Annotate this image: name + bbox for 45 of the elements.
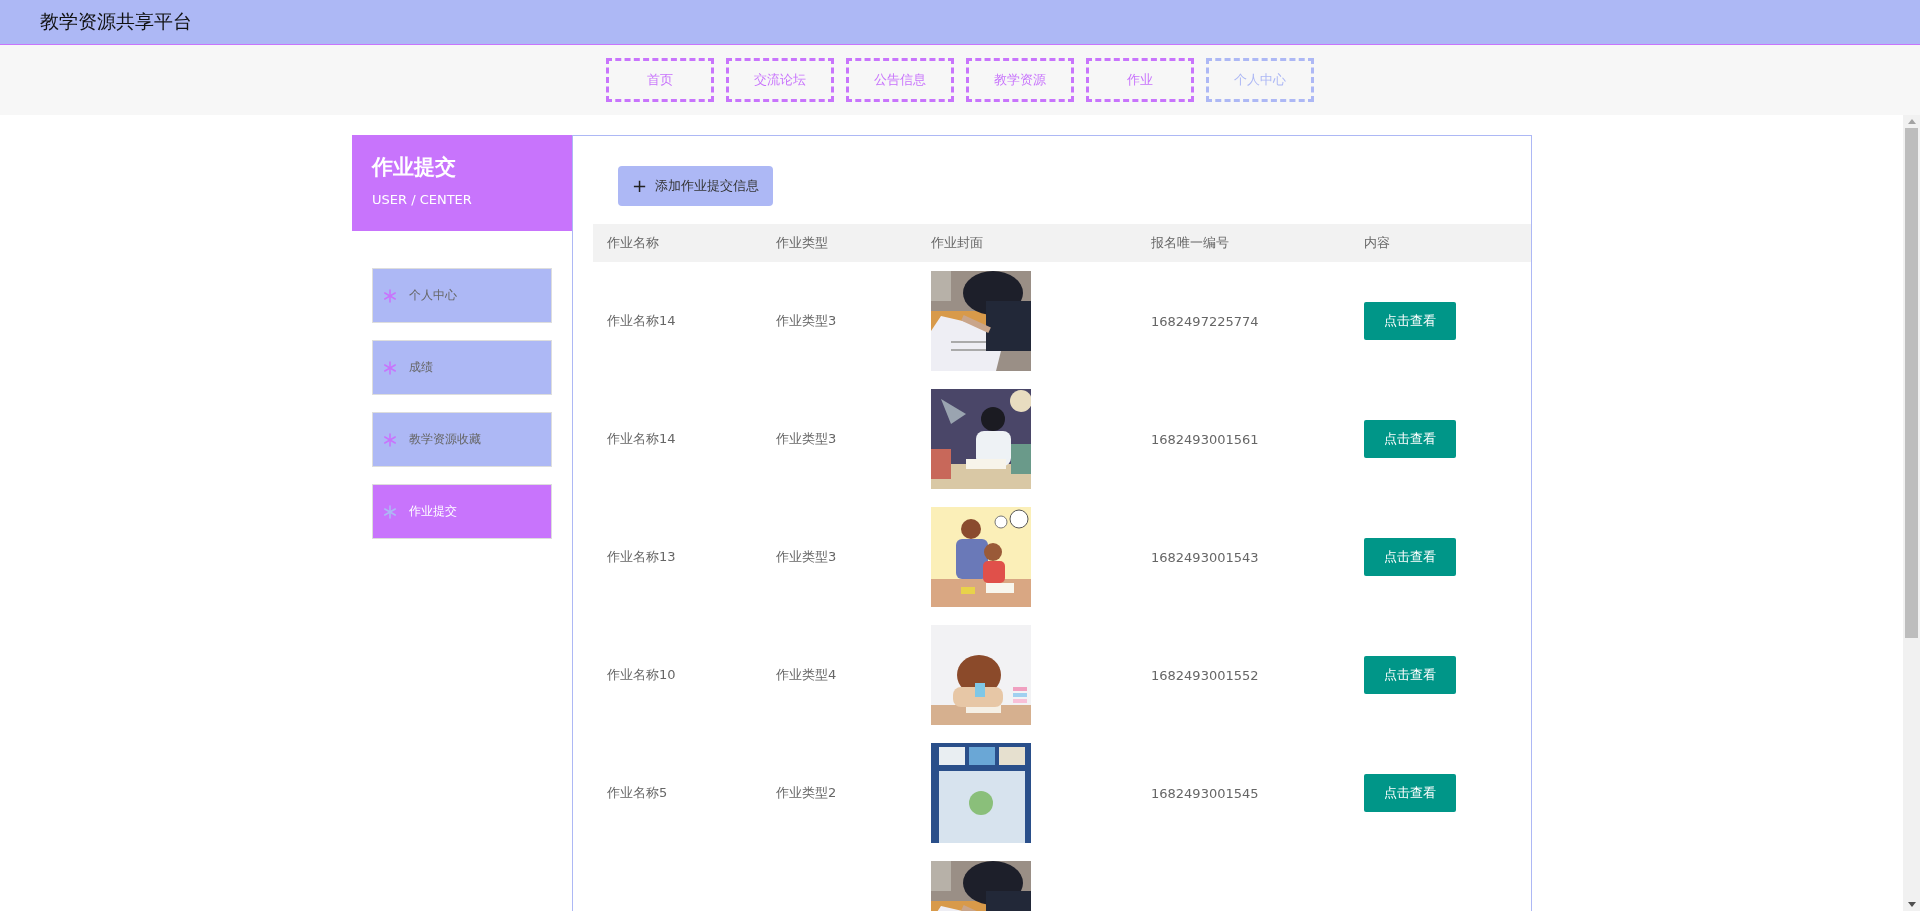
sidebar-item[interactable]: 作业提交 xyxy=(372,484,552,539)
column-header: 作业封面 xyxy=(930,234,984,252)
homework-type: 作业类型2 xyxy=(776,785,837,800)
nav-tab[interactable]: 首页 xyxy=(606,58,714,102)
snowflake-icon xyxy=(383,288,397,303)
column-header: 内容 xyxy=(1363,234,1391,252)
registration-number: 1682493001545 xyxy=(1151,785,1259,801)
homework-type: 作业类型3 xyxy=(776,549,837,564)
nav-tab[interactable]: 交流论坛 xyxy=(726,58,834,102)
registration-number: 1682493001552 xyxy=(1151,667,1259,683)
view-button[interactable]: 点击查看 xyxy=(1364,774,1456,812)
nav-tab[interactable]: 公告信息 xyxy=(846,58,954,102)
snowflake-icon xyxy=(383,360,397,375)
column-header: 报名唯一编号 xyxy=(1150,234,1230,252)
sidebar-subtitle: USER / CENTER xyxy=(372,192,472,207)
view-button[interactable]: 点击查看 xyxy=(1364,656,1456,694)
snowflake-icon xyxy=(383,504,397,519)
homework-name: 作业名称14 xyxy=(607,431,676,446)
plus-icon: + xyxy=(632,177,648,195)
registration-number: 1682493001561 xyxy=(1151,431,1259,447)
homework-name: 作业名称5 xyxy=(607,785,668,800)
column-header: 作业名称 xyxy=(606,234,660,252)
column-header: 作业类型 xyxy=(775,234,829,252)
registration-number: 1682493001543 xyxy=(1151,549,1259,565)
homework-name: 作业名称13 xyxy=(607,549,676,564)
view-button[interactable]: 点击查看 xyxy=(1364,302,1456,340)
registration-number: 1682497225774 xyxy=(1151,313,1259,329)
sidebar-title: 作业提交 xyxy=(372,154,457,181)
view-button[interactable]: 点击查看 xyxy=(1364,538,1456,576)
sidebar-item[interactable]: 个人中心 xyxy=(372,268,552,323)
sidebar-item[interactable]: 成绩 xyxy=(372,340,552,395)
sidebar-item[interactable]: 教学资源收藏 xyxy=(372,412,552,467)
homework-name: 作业名称14 xyxy=(607,313,676,328)
homework-name: 作业名称10 xyxy=(607,667,676,682)
homework-type: 作业类型4 xyxy=(776,667,837,682)
nav-tab[interactable]: 个人中心 xyxy=(1206,58,1314,102)
nav-tab[interactable]: 作业 xyxy=(1086,58,1194,102)
scrollbar[interactable] xyxy=(1903,115,1920,911)
nav-tab[interactable]: 教学资源 xyxy=(966,58,1074,102)
add-button[interactable]: + 添加作业提交信息 xyxy=(618,166,774,206)
view-button[interactable]: 点击查看 xyxy=(1364,420,1456,458)
homework-type: 作业类型3 xyxy=(776,431,837,446)
homework-type: 作业类型3 xyxy=(776,313,837,328)
site-title: 教学资源共享平台 xyxy=(40,9,192,34)
snowflake-icon xyxy=(383,432,397,447)
